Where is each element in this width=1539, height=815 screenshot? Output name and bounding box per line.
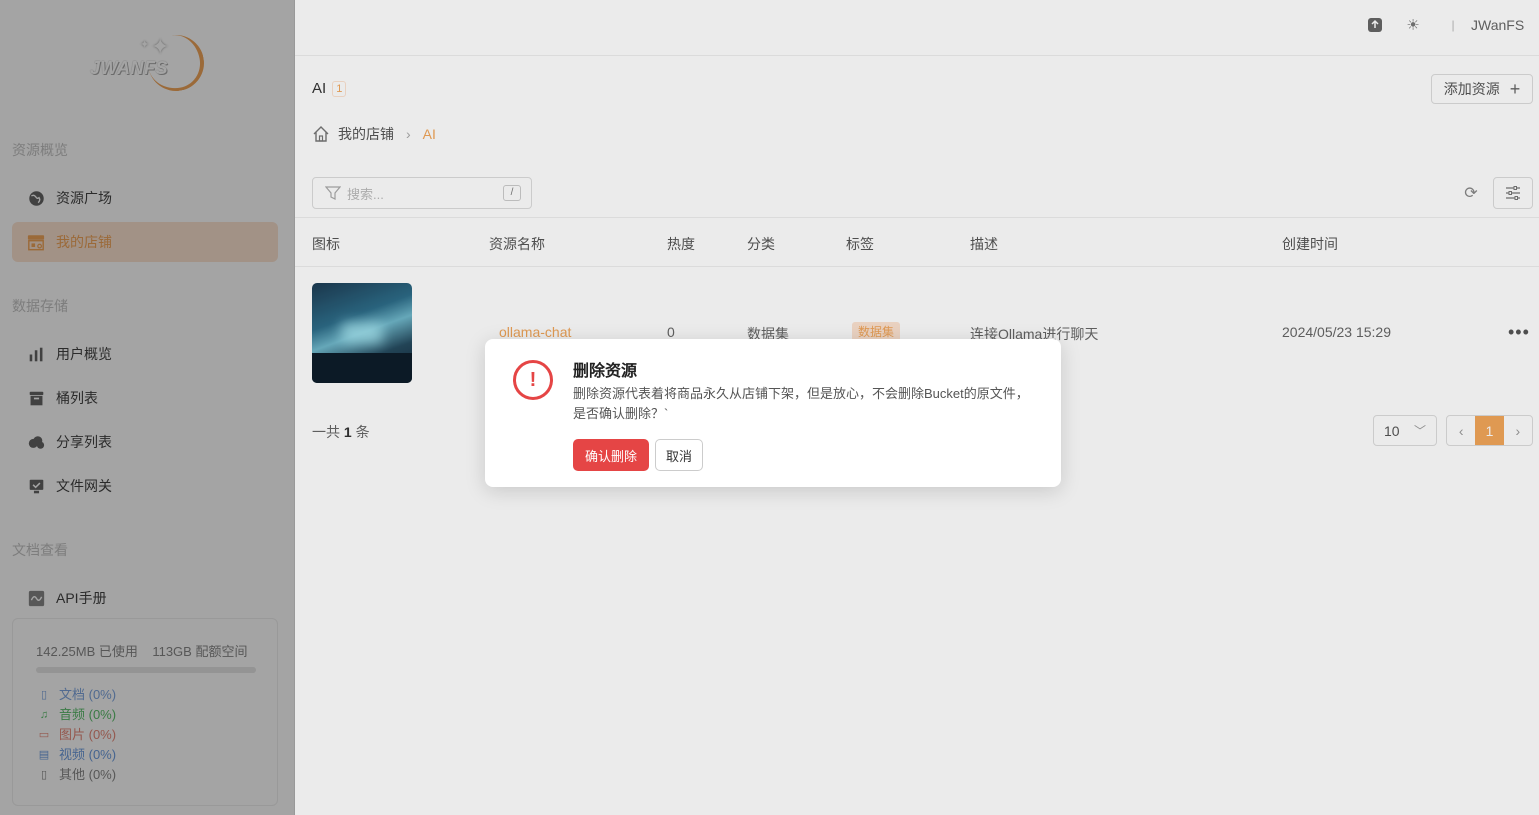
warning-icon: ! <box>513 360 553 400</box>
sidebar-overlay <box>0 0 295 815</box>
dialog-message: 删除资源代表着将商品永久从店铺下架，但是放心，不会删除Bucket的原文件，是否… <box>573 386 1029 421</box>
delete-confirm-dialog: ! 删除资源 删除资源代表着将商品永久从店铺下架，但是放心，不会删除Bucket… <box>485 339 1061 487</box>
dialog-title: 删除资源 <box>573 363 638 380</box>
cancel-button[interactable]: 取消 <box>655 439 703 471</box>
confirm-delete-button[interactable]: 确认删除 <box>573 439 649 471</box>
